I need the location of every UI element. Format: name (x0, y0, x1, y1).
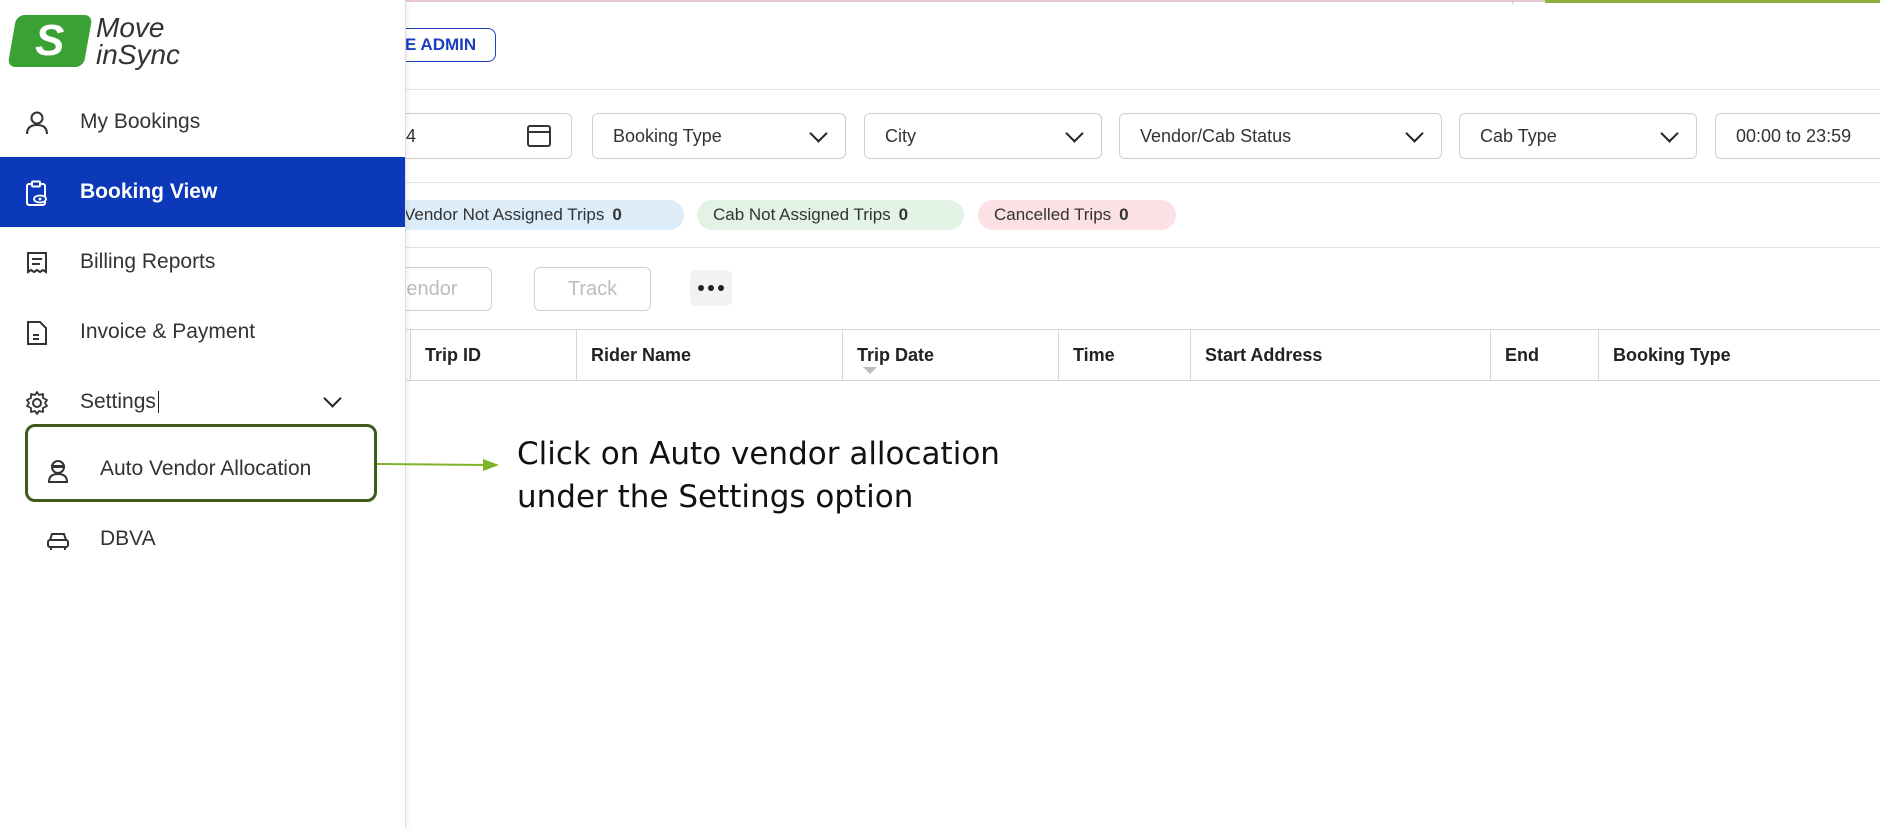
more-options-icon[interactable] (690, 270, 732, 306)
cab-type-label: Cab Type (1480, 125, 1557, 146)
column-header[interactable]: Start Address (1190, 330, 1490, 380)
logo-text: Move inSync (96, 12, 181, 70)
sidebar-item-label: Invoice & Payment (80, 320, 256, 343)
document-icon (27, 321, 47, 345)
column-header[interactable]: Rider Name (576, 330, 842, 380)
chip-cab-not-assigned[interactable]: Cab Not Assigned Trips 0 (697, 200, 964, 230)
booking-type-label: Booking Type (613, 125, 722, 146)
assign-vendor-label: endor (406, 277, 458, 300)
sidebar-subitem-label: DBVA (100, 527, 156, 550)
receipt-icon (27, 252, 47, 274)
chip-label: Vendor Not Assigned Trips (404, 205, 605, 224)
booking-type-select[interactable]: Booking Type (592, 113, 846, 159)
chevron-down-icon (1065, 123, 1084, 143)
vendor-cab-status-select[interactable]: Vendor/Cab Status (1119, 113, 1442, 159)
chevron-down-icon (809, 123, 828, 143)
chevron-down-icon (1660, 123, 1679, 143)
column-header[interactable]: Trip ID (410, 330, 576, 380)
chip-cancelled-trips[interactable]: Cancelled Trips 0 (978, 200, 1176, 230)
chip-vendor-not-assigned[interactable]: Vendor Not Assigned Trips 0 (388, 200, 684, 230)
annotation-arrow (376, 459, 499, 471)
app-logo[interactable]: S Move inSync (7, 12, 181, 70)
table-header: Trip ID Rider Name Trip Date Time Start … (406, 329, 1880, 381)
sidebar: S Move inSync My Bookings Booking View Bi… (0, 0, 406, 829)
vendor-cab-status-label: Vendor/Cab Status (1140, 125, 1292, 146)
chip-label: Cancelled Trips (994, 205, 1112, 224)
sidebar-item-label: Booking View (80, 180, 218, 203)
chevron-down-icon (1405, 123, 1424, 143)
admin-role-label: E ADMIN (405, 35, 477, 54)
sidebar-subitem-dbva[interactable]: DBVA (0, 505, 405, 575)
track-label: Track (567, 277, 618, 300)
city-select[interactable]: City (864, 113, 1102, 159)
time-range-select[interactable]: 00:00 to 23:59 (1715, 113, 1880, 159)
calendar-icon[interactable] (527, 125, 551, 147)
sidebar-item-invoice-payment[interactable]: Invoice & Payment (0, 297, 405, 367)
top-accent-bar (1545, 0, 1880, 3)
highlight-box (25, 424, 377, 502)
sidebar-item-label: Settings (80, 390, 160, 414)
city-label: City (885, 125, 916, 146)
sidebar-item-label: Billing Reports (80, 250, 216, 273)
track-button[interactable]: Track (534, 267, 651, 311)
text-cursor (157, 391, 160, 414)
filter-divider (406, 182, 1880, 183)
time-range-label: 00:00 to 23:59 (1736, 125, 1852, 146)
clipboard-eye-icon (26, 180, 47, 206)
chip-label: Cab Not Assigned Trips (713, 205, 891, 224)
person-icon (26, 111, 48, 135)
sidebar-item-label: My Bookings (80, 110, 201, 133)
sidebar-item-my-bookings[interactable]: My Bookings (0, 87, 405, 157)
column-header[interactable]: End (1490, 330, 1598, 380)
sidebar-item-booking-view[interactable]: Booking View (0, 157, 405, 227)
gear-icon (26, 391, 48, 415)
chip-count: 0 (898, 205, 909, 224)
chip-count: 0 (612, 205, 622, 224)
column-header[interactable]: Booking Type (1598, 330, 1880, 380)
chip-divider (406, 247, 1880, 248)
car-icon (47, 533, 69, 550)
chip-count: 0 (1119, 205, 1129, 224)
header-divider (406, 89, 1880, 90)
logo-mark: S (7, 15, 93, 67)
admin-role-pill[interactable]: E ADMIN (396, 28, 496, 62)
date-value: 4 (406, 125, 417, 146)
sort-icon[interactable] (863, 367, 877, 374)
column-header[interactable]: Trip Date (842, 330, 1058, 380)
top-separator (1512, 0, 1513, 4)
column-header[interactable]: Time (1058, 330, 1190, 380)
date-filter[interactable]: 4 (385, 113, 572, 159)
cab-type-select[interactable]: Cab Type (1459, 113, 1697, 159)
sidebar-item-billing-reports[interactable]: Billing Reports (0, 227, 405, 297)
annotation-text: Click on Auto vendor allocation under th… (517, 436, 1000, 515)
